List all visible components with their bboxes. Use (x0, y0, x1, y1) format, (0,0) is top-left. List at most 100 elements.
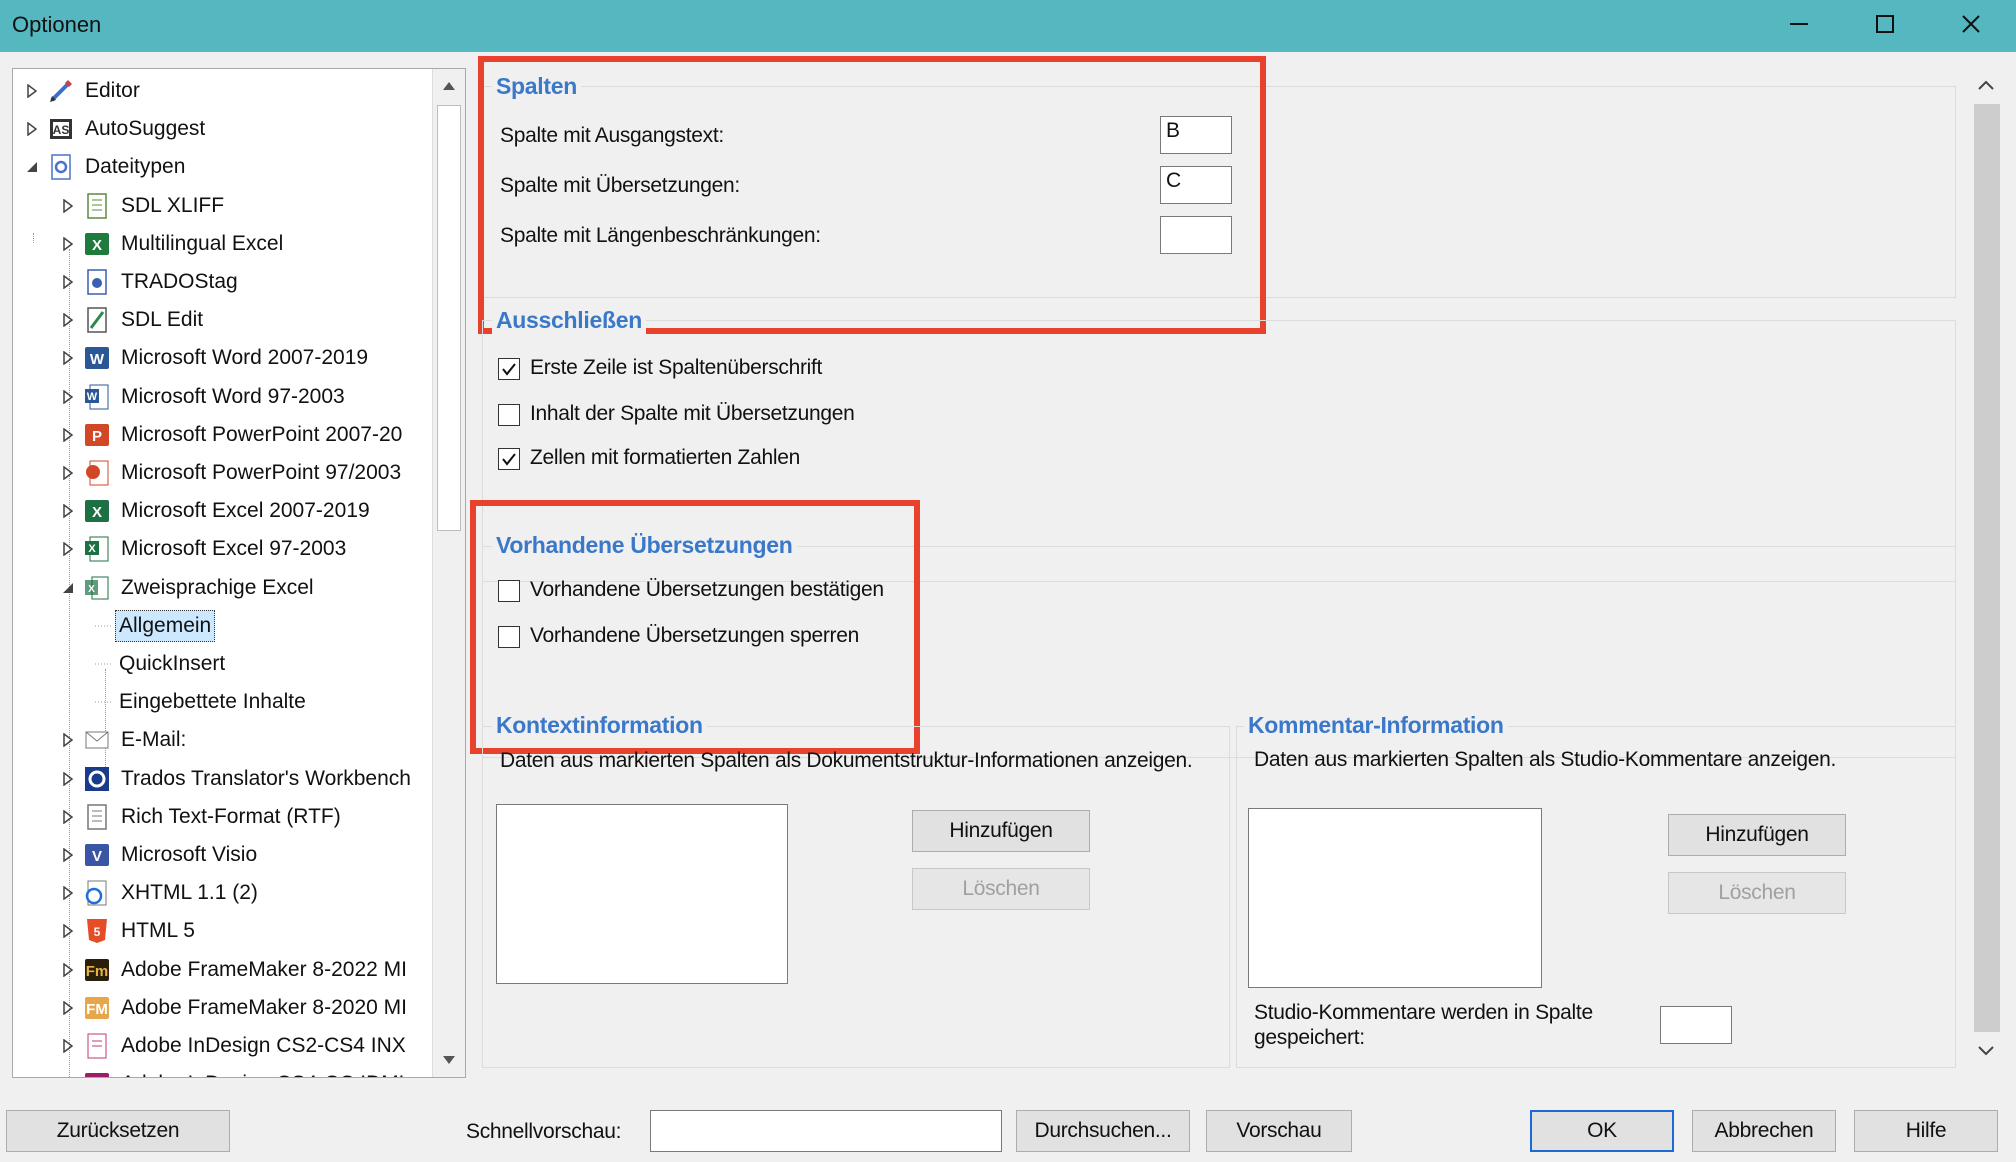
expand-arrow-icon[interactable] (59, 311, 77, 329)
expand-arrow-icon[interactable] (59, 731, 77, 749)
tree-item-label: E-Mail: (121, 728, 187, 751)
browse-button[interactable]: Durchsuchen... (1016, 1110, 1190, 1152)
scroll-down-arrow-icon[interactable] (433, 1043, 465, 1077)
kontext-delete-button[interactable]: Löschen (912, 868, 1090, 910)
settings-panel: Spalten Spalte mit Ausgangstext: B Spalt… (470, 56, 2004, 1076)
tree-item[interactable]: V Microsoft Visio (59, 837, 257, 873)
tree-item[interactable]: Adobe InDesign CS2-CS4 INX (59, 1028, 406, 1064)
panel-scroll-up-icon[interactable] (1968, 68, 2004, 102)
expand-arrow-icon[interactable] (59, 540, 77, 558)
sdl-edit-icon (83, 306, 111, 334)
ok-button[interactable]: OK (1530, 1110, 1674, 1152)
exclude-option-checkbox[interactable] (498, 448, 520, 470)
panel-scroll-down-icon[interactable] (1968, 1034, 2004, 1068)
tree-item[interactable]: SDL XLIFF (59, 188, 224, 224)
collapse-arrow-icon[interactable] (23, 158, 41, 176)
indesign-idml-icon (83, 1070, 111, 1077)
tree-item[interactable]: Editor (23, 73, 140, 109)
expand-arrow-icon[interactable] (59, 349, 77, 367)
expand-arrow-icon[interactable] (59, 999, 77, 1017)
tree-item[interactable]: Eingebettete Inhalte (95, 684, 306, 720)
exclude-option-label[interactable]: Inhalt der Spalte mit Übersetzungen (530, 402, 855, 426)
kommentar-delete-button[interactable]: Löschen (1668, 872, 1846, 914)
kommentar-add-button[interactable]: Hinzufügen (1668, 814, 1846, 856)
tree-item[interactable]: TRADOStag (59, 264, 238, 300)
expand-arrow-icon[interactable] (59, 502, 77, 520)
tree-item-label: Allgemein (115, 610, 216, 642)
xliff-doc-icon (83, 192, 111, 220)
ausschliessen-title: Ausschließen (492, 307, 646, 334)
cancel-button[interactable]: Abbrechen (1692, 1110, 1836, 1152)
tree-scroll-thumb[interactable] (437, 105, 461, 531)
tree-item[interactable]: X Zweisprachige Excel (59, 570, 314, 606)
expand-arrow-icon[interactable] (59, 235, 77, 253)
tree-item[interactable]: 5 HTML 5 (59, 913, 195, 949)
panel-scroll-thumb[interactable] (1974, 104, 2000, 1032)
expand-arrow-icon[interactable] (59, 961, 77, 979)
help-button[interactable]: Hilfe (1854, 1110, 1998, 1152)
maximize-icon (1876, 15, 1894, 33)
tree-item[interactable]: E-Mail: (59, 722, 186, 758)
close-button[interactable] (1928, 0, 2014, 48)
tree-item[interactable]: Trados Translator's Workbench (59, 761, 411, 797)
expand-arrow-icon[interactable] (59, 808, 77, 826)
expand-arrow-icon[interactable] (23, 82, 41, 100)
tree-item[interactable]: AS AutoSuggest (23, 111, 205, 147)
tree-item[interactable]: Microsoft PowerPoint 97/2003 (59, 455, 401, 491)
tree-item[interactable]: Dateitypen (23, 149, 185, 185)
tree-item[interactable]: X Microsoft Excel 97-2003 (59, 531, 346, 567)
exclude-option-checkbox[interactable] (498, 358, 520, 380)
tree-item[interactable]: W Microsoft Word 97-2003 (59, 379, 345, 415)
filetypes-gear-icon (47, 153, 75, 181)
expand-arrow-icon[interactable] (59, 1075, 77, 1077)
expand-arrow-icon[interactable] (59, 770, 77, 788)
tree-scrollbar[interactable] (432, 69, 465, 1077)
kontext-add-button[interactable]: Hinzufügen (912, 810, 1090, 852)
tree-item-label: Zweisprachige Excel (121, 576, 314, 599)
expand-arrow-icon[interactable] (59, 464, 77, 482)
tree-item[interactable]: Rich Text-Format (RTF) (59, 799, 341, 835)
expand-arrow-icon[interactable] (59, 884, 77, 902)
options-tree[interactable]: Editor AS AutoSuggest Dateitypen SDL XLIFF X M… (12, 68, 466, 1078)
tradostag-icon (83, 268, 111, 296)
tree-item[interactable]: Adobe InDesign CS4-CC IDML (59, 1066, 410, 1077)
tree-item[interactable]: SDL Edit (59, 302, 203, 338)
powerpoint-old-icon (83, 459, 111, 487)
expand-arrow-icon[interactable] (59, 1037, 77, 1055)
kommentar-column-list[interactable] (1248, 808, 1542, 988)
preview-button[interactable]: Vorschau (1206, 1110, 1352, 1152)
expand-arrow-icon[interactable] (59, 273, 77, 291)
collapse-arrow-icon[interactable] (59, 579, 77, 597)
checkmark-icon (502, 363, 516, 376)
tree-item[interactable]: W Microsoft Word 2007-2019 (59, 340, 368, 376)
word-old-icon: W (83, 383, 111, 411)
expand-arrow-icon[interactable] (59, 426, 77, 444)
quick-preview-input[interactable] (650, 1110, 1002, 1152)
tree-item[interactable]: X Microsoft Excel 2007-2019 (59, 493, 370, 529)
minimize-button[interactable] (1756, 0, 1842, 48)
expand-arrow-icon[interactable] (59, 922, 77, 940)
tree-item[interactable]: P Microsoft PowerPoint 2007-20 (59, 417, 402, 453)
expand-arrow-icon[interactable] (23, 120, 41, 138)
tree-item[interactable]: X Multilingual Excel (59, 226, 283, 262)
kommentar-stored-input[interactable] (1660, 1006, 1732, 1044)
maximize-button[interactable] (1842, 0, 1928, 48)
panel-scrollbar[interactable] (1968, 68, 2004, 1068)
exclude-option-label[interactable]: Erste Zeile ist Spaltenüberschrift (530, 356, 822, 380)
expand-arrow-icon[interactable] (59, 388, 77, 406)
reset-button[interactable]: Zurücksetzen (6, 1110, 230, 1152)
exclude-option-checkbox[interactable] (498, 404, 520, 426)
tree-item-label: Editor (85, 79, 140, 102)
tree-item[interactable]: Allgemein (95, 608, 216, 644)
tree-connector (95, 693, 113, 711)
kontext-column-list[interactable] (496, 804, 788, 984)
tree-item[interactable]: Fm Adobe FrameMaker 8-2022 MI (59, 952, 407, 988)
expand-arrow-icon[interactable] (59, 846, 77, 864)
scroll-up-arrow-icon[interactable] (433, 69, 465, 103)
tree-item[interactable]: QuickInsert (95, 646, 225, 682)
expand-arrow-icon[interactable] (59, 197, 77, 215)
tree-item[interactable]: FM Adobe FrameMaker 8-2020 MI (59, 990, 407, 1026)
tree-item[interactable]: XHTML 1.1 (2) (59, 875, 258, 911)
exclude-option-label[interactable]: Zellen mit formatierten Zahlen (530, 446, 800, 470)
tree-item-label: Adobe InDesign CS4-CC IDML (121, 1069, 410, 1077)
